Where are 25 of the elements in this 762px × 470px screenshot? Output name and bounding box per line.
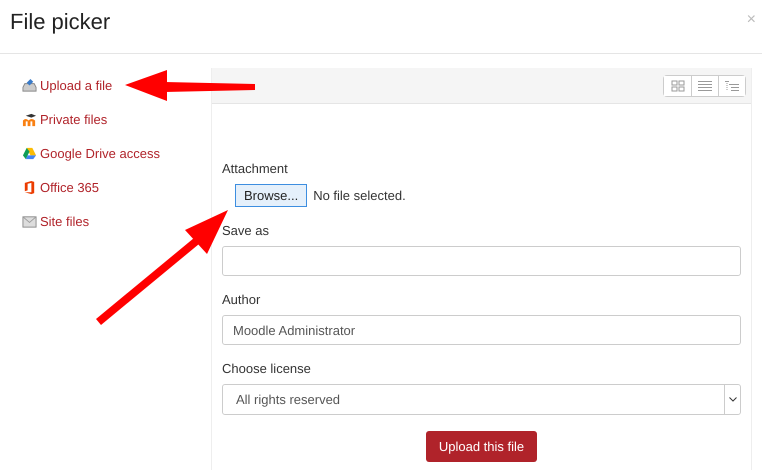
field-label: Save as: [222, 223, 270, 238]
field-label: Author: [222, 292, 262, 307]
office-icon: [22, 180, 37, 194]
author-field[interactable]: Moodle Administrator: [222, 315, 741, 345]
tray-icon: [22, 78, 37, 92]
list-icon: [698, 80, 712, 92]
grid-icon: [670, 80, 684, 92]
tree-icon: [725, 80, 739, 92]
repository-link[interactable]: Upload a file: [22, 76, 112, 94]
repository-link[interactable]: Site files: [22, 212, 90, 230]
repository-link[interactable]: Private files: [22, 110, 108, 128]
save-as-field[interactable]: [222, 246, 741, 276]
field-label: Choose license: [222, 361, 312, 376]
view-button[interactable]: [718, 76, 745, 96]
dialog-title: File picker: [10, 8, 110, 34]
license-select[interactable]: All rights reserved: [222, 384, 741, 415]
upload-button[interactable]: Upload this file: [426, 431, 538, 462]
repository-link[interactable]: Office 365: [22, 178, 100, 196]
triangle-icon: [22, 146, 37, 160]
file-status: No file selected.: [313, 188, 406, 203]
repository-link[interactable]: Google Drive access: [22, 144, 160, 162]
caret-icon: [728, 397, 736, 402]
browse-button[interactable]: Browse...: [235, 184, 308, 207]
moodle-icon: [22, 112, 37, 126]
field-label: Attachment: [222, 161, 289, 176]
